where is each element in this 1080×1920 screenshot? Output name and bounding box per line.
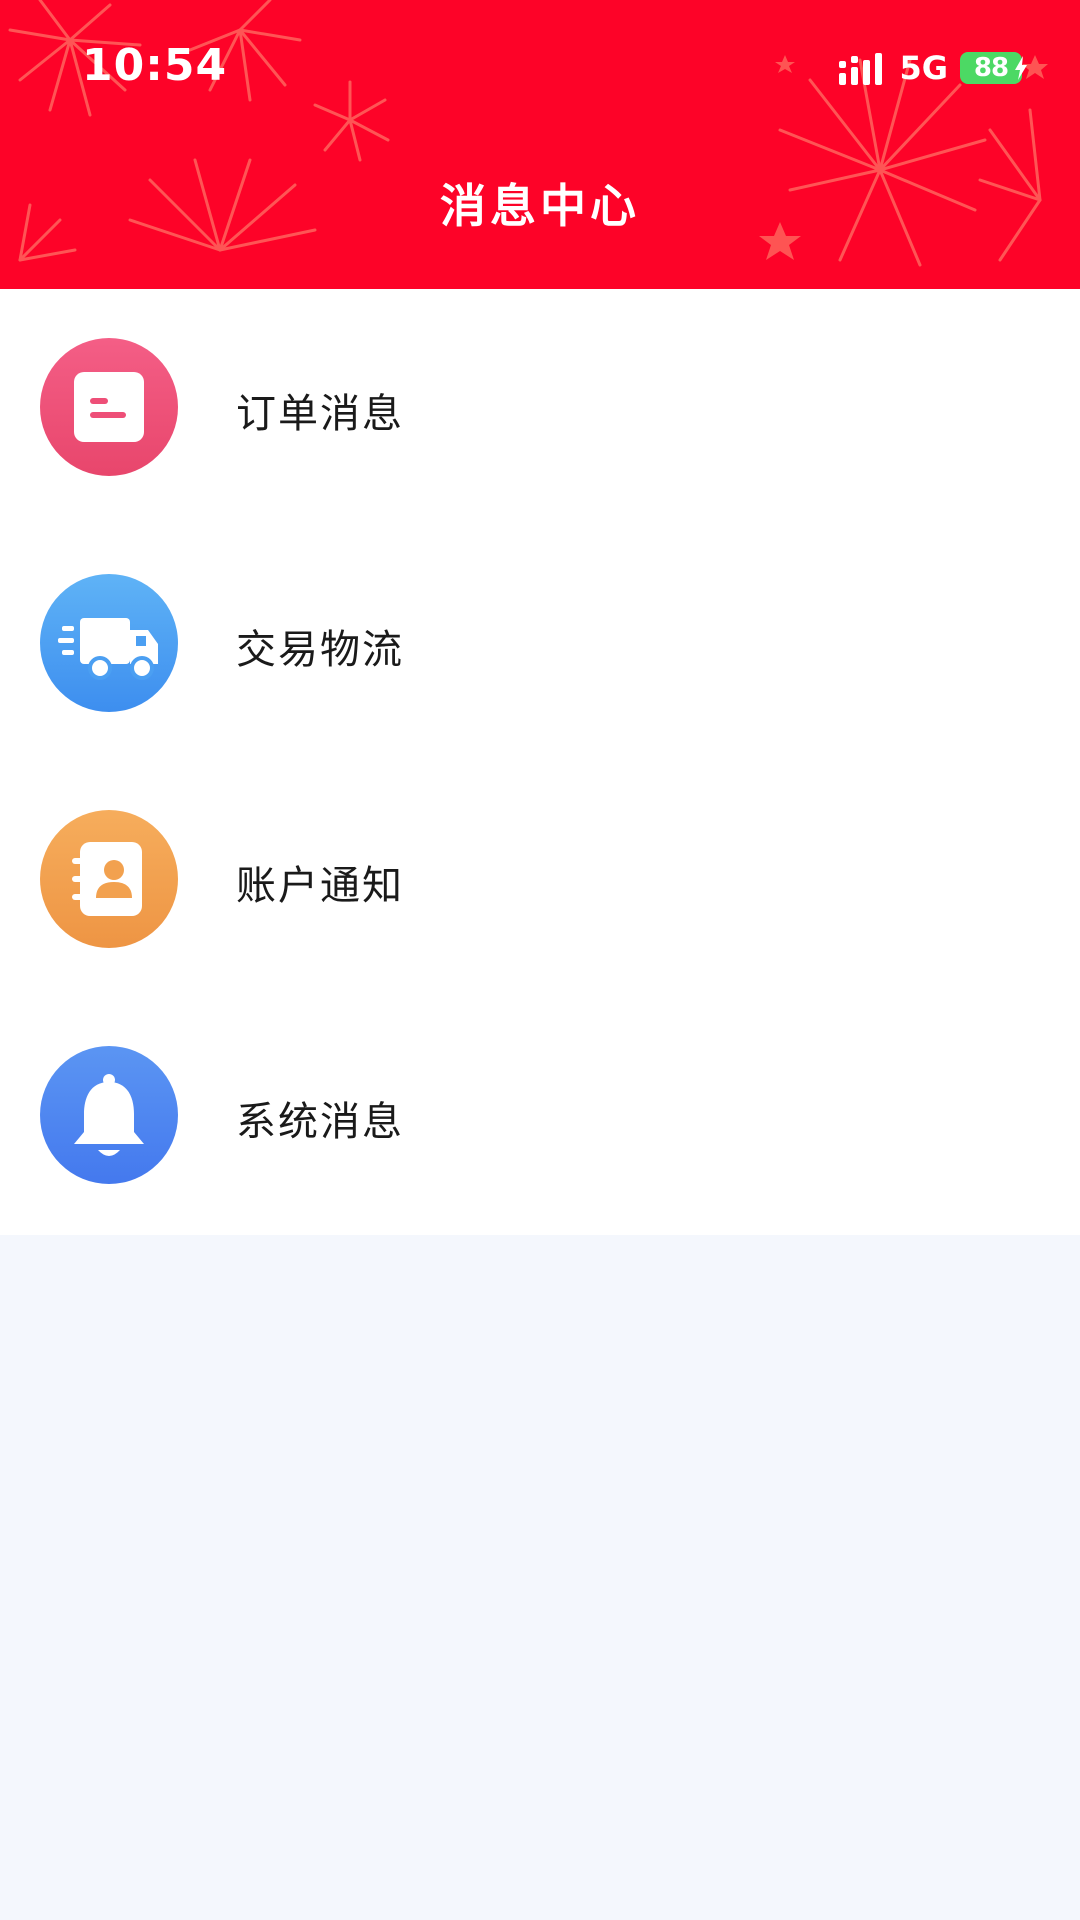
menu-item-order-messages[interactable]: 订单消息 [0,289,1080,525]
document-icon [40,338,178,476]
charging-bolt-icon [1015,56,1027,80]
bell-icon [40,1046,178,1184]
signal-icon [839,53,883,85]
status-indicators: 5G 88 [839,48,1027,88]
menu-item-label: 系统消息 [236,1099,404,1145]
battery-icon: 88 [960,52,1027,84]
menu-item-system-messages[interactable]: 系统消息 [0,997,1080,1233]
menu-item-label: 订单消息 [236,391,404,437]
battery-level: 88 [973,53,1009,83]
status-time: 10:54 [82,40,228,91]
contact-book-icon [40,810,178,948]
page-title: 消息中心 [440,179,640,233]
menu-item-trade-logistics[interactable]: 交易物流 [0,525,1080,761]
menu-item-label: 账户通知 [236,863,404,909]
menu-item-label: 交易物流 [236,627,404,673]
message-category-list: 订单消息 交易物流 账户通知 系统消息 [0,289,1080,1235]
header: 10:54 5G 88 消息中心 [0,0,1080,289]
truck-icon [40,574,178,712]
menu-item-account-notifications[interactable]: 账户通知 [0,761,1080,997]
network-type: 5G [899,49,948,87]
